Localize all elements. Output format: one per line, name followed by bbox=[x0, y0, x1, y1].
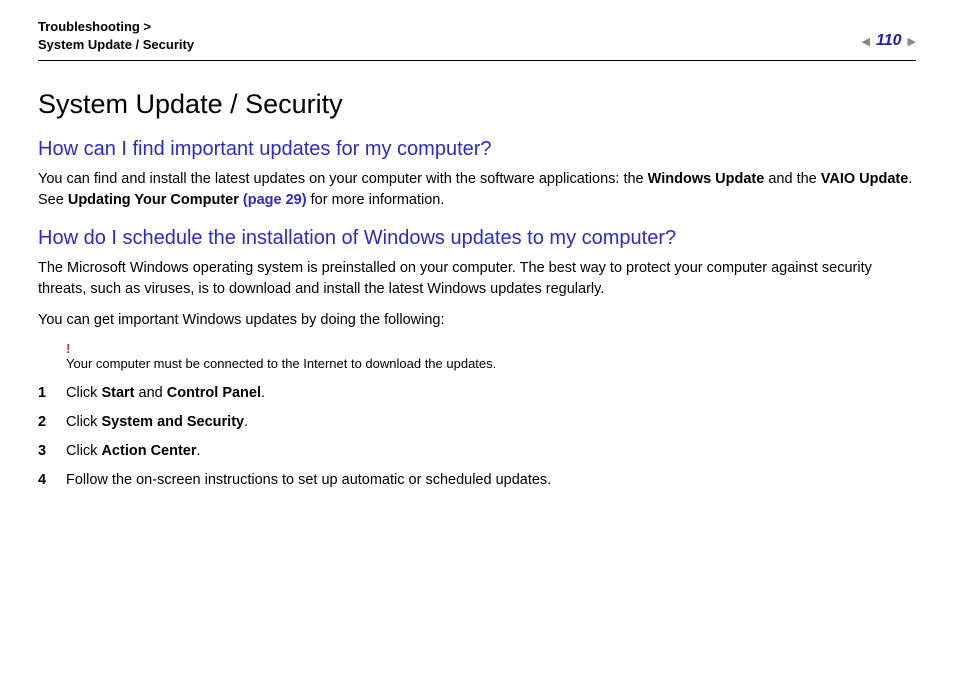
section2-paragraph1: The Microsoft Windows operating system i… bbox=[38, 258, 916, 300]
list-item: 1 Click Start and Control Panel. bbox=[38, 383, 916, 404]
step-number: 1 bbox=[38, 383, 66, 404]
bold-text: VAIO Update bbox=[821, 171, 909, 187]
step-number: 3 bbox=[38, 441, 66, 462]
page-number: 110 bbox=[876, 32, 902, 50]
warning-icon: ! bbox=[66, 341, 916, 356]
page-title: System Update / Security bbox=[38, 89, 916, 120]
text: and bbox=[135, 385, 167, 401]
text: . bbox=[261, 385, 265, 401]
bold-text: System and Security bbox=[101, 414, 244, 430]
step-text: Click System and Security. bbox=[66, 412, 248, 433]
list-item: 2 Click System and Security. bbox=[38, 412, 916, 433]
section-heading-1: How can I find important updates for my … bbox=[38, 138, 916, 161]
bold-text: Updating Your Computer bbox=[68, 192, 243, 208]
bold-text: Control Panel bbox=[167, 385, 261, 401]
step-text: Click Start and Control Panel. bbox=[66, 383, 265, 404]
text: . bbox=[197, 443, 201, 459]
text: . bbox=[244, 414, 248, 430]
prev-page-icon[interactable]: ◀ bbox=[862, 35, 870, 48]
text: You can find and install the latest upda… bbox=[38, 171, 648, 187]
breadcrumb: Troubleshooting > System Update / Securi… bbox=[38, 18, 194, 54]
text: Click bbox=[66, 443, 101, 459]
steps-list: 1 Click Start and Control Panel. 2 Click… bbox=[38, 383, 916, 491]
section2-paragraph2: You can get important Windows updates by… bbox=[38, 310, 916, 331]
bold-text: Windows Update bbox=[648, 171, 765, 187]
text: for more information. bbox=[307, 192, 445, 208]
section-heading-2: How do I schedule the installation of Wi… bbox=[38, 227, 916, 250]
section1-paragraph: You can find and install the latest upda… bbox=[38, 169, 916, 211]
step-text: Follow the on-screen instructions to set… bbox=[66, 470, 551, 491]
bold-text: Action Center bbox=[101, 443, 196, 459]
next-page-icon[interactable]: ▶ bbox=[908, 35, 916, 48]
text: and the bbox=[764, 171, 820, 187]
step-text: Click Action Center. bbox=[66, 441, 201, 462]
warning-text: Your computer must be connected to the I… bbox=[66, 356, 916, 373]
page-header: Troubleshooting > System Update / Securi… bbox=[38, 18, 916, 61]
list-item: 3 Click Action Center. bbox=[38, 441, 916, 462]
page-navigation: ◀ 110 ▶ bbox=[862, 18, 916, 50]
text: Click bbox=[66, 414, 101, 430]
text: Click bbox=[66, 385, 101, 401]
step-number: 4 bbox=[38, 470, 66, 491]
page-link[interactable]: (page 29) bbox=[243, 192, 307, 208]
step-number: 2 bbox=[38, 412, 66, 433]
list-item: 4 Follow the on-screen instructions to s… bbox=[38, 470, 916, 491]
breadcrumb-line1: Troubleshooting > bbox=[38, 18, 194, 36]
breadcrumb-line2: System Update / Security bbox=[38, 36, 194, 54]
warning-block: ! Your computer must be connected to the… bbox=[66, 341, 916, 373]
bold-text: Start bbox=[101, 385, 134, 401]
